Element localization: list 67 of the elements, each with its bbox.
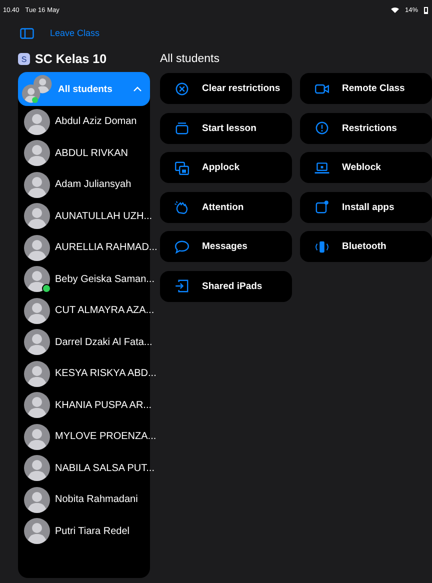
action-button[interactable]: Applock bbox=[160, 152, 292, 183]
action-button[interactable]: Attention bbox=[160, 192, 292, 222]
avatar-icon bbox=[24, 360, 50, 387]
student-name: Nobita Rahmadani bbox=[55, 494, 138, 506]
laptop-icon bbox=[314, 160, 330, 176]
student-item[interactable]: Adam Juliansyah bbox=[18, 169, 150, 200]
student-item[interactable]: Abdul Aziz Doman bbox=[18, 106, 150, 138]
student-item[interactable]: Nobita Rahmadani bbox=[18, 484, 150, 516]
waving-hand-icon bbox=[174, 199, 190, 215]
sidebar-toggle-icon[interactable] bbox=[20, 28, 34, 38]
student-name: KHANIA PUSPA AR... bbox=[55, 400, 152, 411]
student-name: Darrel Dzaki Al Fata... bbox=[55, 336, 152, 348]
avatar-icon bbox=[24, 234, 50, 261]
avatar-icon bbox=[24, 298, 50, 324]
student-name: ABDUL RIVKAN bbox=[55, 148, 128, 159]
avatar-icon bbox=[24, 140, 50, 166]
avatar-icon bbox=[24, 203, 50, 230]
wifi-icon bbox=[390, 7, 399, 13]
action-button[interactable]: Shared iPads bbox=[160, 270, 292, 302]
student-item[interactable]: AUNATULLAH UZH... bbox=[18, 200, 150, 232]
student-name: KESYA RISKYA ABD... bbox=[55, 368, 156, 380]
student-item[interactable]: Putri Tiara Redel bbox=[18, 516, 150, 547]
battery-icon bbox=[424, 6, 428, 14]
student-name: Abdul Aziz Doman bbox=[55, 116, 137, 128]
student-name: MYLOVE PROENZA... bbox=[55, 431, 156, 442]
avatar-icon bbox=[24, 108, 50, 135]
student-item[interactable]: Darrel Dzaki Al Fata... bbox=[18, 326, 150, 358]
avatar-icon bbox=[24, 518, 50, 544]
student-item[interactable]: ABDUL RIVKAN bbox=[18, 138, 150, 169]
action-button[interactable]: Clear restrictions bbox=[160, 73, 292, 104]
leave-class-link[interactable]: Leave Class bbox=[50, 28, 100, 38]
student-name: Adam Juliansyah bbox=[55, 179, 132, 190]
chevron-up-icon bbox=[133, 86, 142, 92]
action-button[interactable]: Weblock bbox=[300, 152, 432, 183]
phone-vibrating-icon bbox=[314, 238, 330, 254]
avatar-icon bbox=[24, 172, 50, 198]
student-name: CUT ALMAYRA AZA... bbox=[55, 305, 154, 316]
app-square-icon bbox=[314, 199, 330, 215]
info-icon bbox=[314, 120, 330, 136]
avatar-icon bbox=[24, 392, 50, 418]
action-button[interactable]: Install apps bbox=[300, 192, 432, 222]
class-badge: S bbox=[18, 53, 30, 65]
avatar-icon bbox=[24, 486, 50, 513]
student-name: Beby Geiska Saman... bbox=[55, 274, 154, 285]
section-heading: All students bbox=[160, 52, 220, 67]
student-name: AUNATULLAH UZH... bbox=[55, 210, 152, 222]
clear-icon bbox=[174, 80, 190, 96]
sign-in-icon bbox=[174, 278, 190, 294]
student-name: AURELLIA RAHMAD... bbox=[55, 242, 158, 254]
action-button[interactable]: Bluetooth bbox=[300, 231, 432, 262]
student-name: Putri Tiara Redel bbox=[55, 526, 130, 537]
action-button[interactable]: Restrictions bbox=[300, 112, 432, 144]
avatar-icon bbox=[24, 329, 50, 356]
speech-bubble-icon bbox=[174, 238, 190, 254]
action-button[interactable]: Start lesson bbox=[160, 112, 292, 144]
group-avatar-icon bbox=[22, 75, 52, 103]
avatar-icon bbox=[24, 455, 50, 482]
avatar-icon bbox=[24, 266, 50, 292]
avatar-icon bbox=[24, 424, 50, 450]
all-students-item[interactable]: All students bbox=[18, 72, 150, 106]
student-item[interactable]: KHANIA PUSPA AR... bbox=[18, 390, 150, 421]
lock-window-icon bbox=[174, 160, 190, 176]
action-button[interactable]: Messages bbox=[160, 231, 292, 262]
class-title: SC Kelas 10 bbox=[35, 52, 107, 66]
action-button[interactable]: Remote Class bbox=[300, 73, 432, 104]
student-name: NABILA SALSA PUT... bbox=[55, 462, 154, 474]
lesson-icon bbox=[174, 120, 190, 136]
